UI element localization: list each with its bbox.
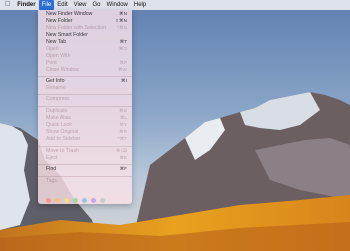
menu-item-print: Print ⌘P [46,60,127,66]
menu-item-label: Add to Sidebar [46,136,81,142]
menu-item-tags: Tags… [46,178,127,184]
menu-item-get-info[interactable]: Get Info ⌘I [46,78,127,84]
menu-item-quick-look: Quick Look ⌘Y [46,122,127,128]
menu-item-label: Make Alias [46,115,72,121]
menu-item-move-to-trash: Move to Trash ⌘⌫ [46,148,127,154]
menu-item-shortcut: ^⌘N [116,25,127,30]
menu-separator [38,76,132,77]
menu-separator [38,106,132,107]
menu-item-label: Close Window [46,67,80,73]
menu-separator [38,176,132,177]
menu-item-label: Eject [46,155,58,161]
menu-item-label: Move to Trash [46,148,79,154]
menu-item-new-tab[interactable]: New Tab ⌘T [46,39,127,45]
view-menu[interactable]: View [71,0,90,10]
tag-color-purple [91,198,96,203]
menu-item-shortcut: ⌘E [119,155,127,160]
menu-item-label: Duplicate [46,108,68,114]
edit-menu[interactable]: Edit [54,0,70,10]
menu-item-new-folder[interactable]: New Folder ⇧⌘N [46,18,127,24]
finder-menu[interactable]: Finder [14,0,38,10]
tag-color-green [73,198,78,203]
menu-item-label: Quick Look [46,122,72,128]
menu-item-new-folder-with-selection: New Folder with Selection ^⌘N [46,25,127,31]
go-menu[interactable]: Go [90,0,104,10]
menu-item-shortcut: ⌘N [119,11,127,16]
menu-item-label: Show Original [46,129,79,135]
tag-color-blue [82,198,87,203]
menu-item-shortcut: ⌘R [119,129,127,134]
menu-item-shortcut: ⌘L [119,115,127,120]
menu-item-new-finder-window[interactable]: New Finder Window ⌘N [46,11,127,17]
menu-item-label: New Finder Window [46,11,93,17]
menu-item-make-alias: Make Alias ⌘L [46,115,127,121]
menu-separator [38,94,132,95]
menu-item-shortcut: ⌘P [119,60,127,65]
menu-item-compress: Compress [46,96,127,102]
menu-item-rename: Rename [46,85,127,91]
menu-item-close-window: Close Window ⌘W [46,67,127,73]
menu-item-shortcut: ⌘F [119,166,127,171]
window-menu[interactable]: Window [104,0,131,10]
menu-item-shortcut: ⇧⌘N [115,18,127,23]
menu-item-label: New Folder with Selection [46,25,106,31]
menu-item-shortcut: ⌘D [119,108,127,113]
file-dropdown-menu: New Finder Window ⌘N New Folder ⇧⌘N New … [38,10,132,204]
menu-item-shortcut: ⌘Y [119,122,127,127]
menu-bar:  Finder File Edit View Go Window Help [0,0,350,10]
menu-item-eject: Eject ⌘E [46,155,127,161]
menu-separator [38,164,132,165]
tag-color-orange [55,198,60,203]
apple-icon[interactable]:  [0,0,14,10]
menu-item-label: Tags… [46,178,63,184]
menu-item-shortcut: ^⌘T [117,136,127,141]
menu-item-shortcut: ⌘O [118,46,127,51]
menu-item-shortcut: ⌘I [121,78,127,83]
menu-item-open: Open ⌘O [46,46,127,52]
menu-item-label: Open [46,46,59,52]
menu-separator [38,146,132,147]
tag-color-yellow [64,198,69,203]
menu-item-label: Compress [46,96,70,102]
help-menu[interactable]: Help [131,0,149,10]
menu-item-new-smart-folder[interactable]: New Smart Folder [46,32,127,38]
menu-item-label: Get Info [46,78,65,84]
menu-item-open-with: Open With [46,53,127,59]
menu-item-duplicate: Duplicate ⌘D [46,108,127,114]
menu-item-shortcut: ⌘W [118,67,127,72]
menu-item-label: Open With [46,53,71,59]
tag-color-red [46,198,51,203]
menu-item-find[interactable]: Find ⌘F [46,166,127,172]
menu-item-label: New Tab [46,39,67,45]
tag-color-gray [100,198,105,203]
menu-item-label: Find [46,166,57,172]
menu-item-show-original: Show Original ⌘R [46,129,127,135]
menu-item-shortcut: ⌘T [119,39,127,44]
menu-item-label: Rename [46,85,66,91]
menu-item-label: New Smart Folder [46,32,88,38]
menu-item-shortcut: ⌘⌫ [115,148,127,153]
menu-item-label: Print [46,60,57,66]
file-menu[interactable]: File [38,0,55,10]
menu-item-label: New Folder [46,18,73,24]
menu-item-add-to-sidebar: Add to Sidebar ^⌘T [46,136,127,142]
